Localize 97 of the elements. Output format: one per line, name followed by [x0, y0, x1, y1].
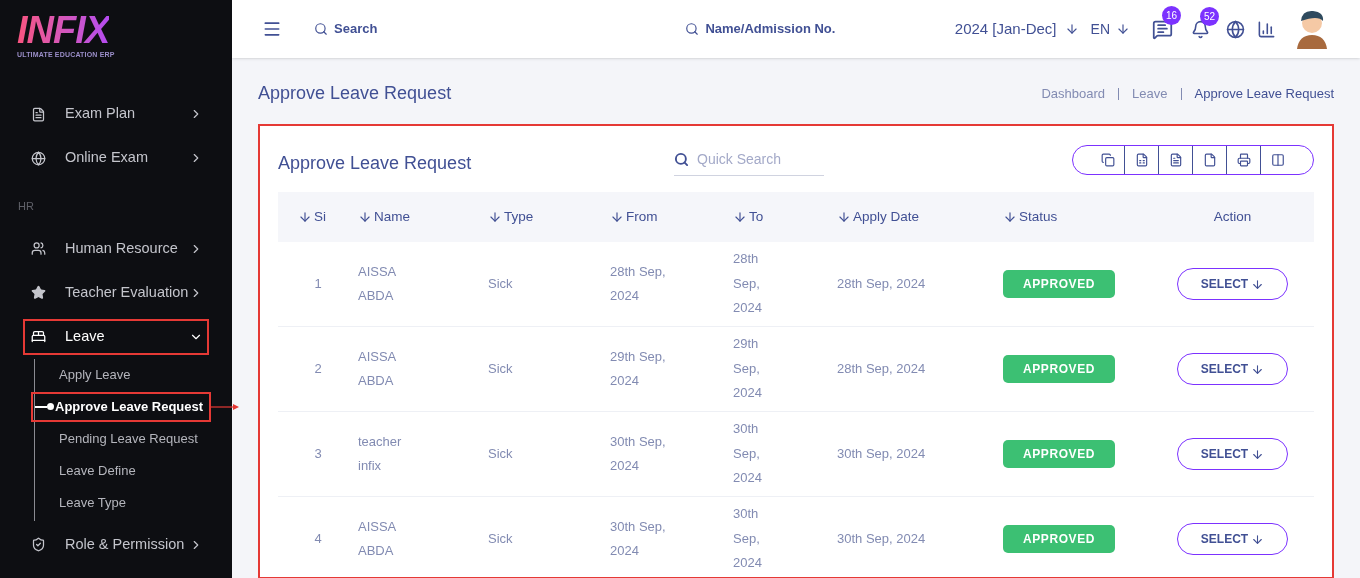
- table-cell-text: 29th Sep, 2024: [610, 347, 667, 390]
- search-field[interactable]: Search: [334, 19, 378, 39]
- sidebar-item[interactable]: Role & Permission: [23, 526, 209, 563]
- arrow-down-icon: [1251, 362, 1265, 376]
- table-cell-text: 30th Sep, 2024: [837, 529, 926, 548]
- status-badge: APPROVED: [1003, 270, 1115, 298]
- table-cell-text: 3: [314, 444, 322, 463]
- table-cell-text: Sick: [488, 444, 513, 463]
- column-header[interactable]: Name: [358, 206, 410, 228]
- arrow-down-icon: [1251, 277, 1265, 291]
- users-icon: [31, 241, 46, 256]
- column-header[interactable]: Si: [298, 206, 326, 228]
- table-cell-text: AISSA ABDA: [358, 517, 397, 560]
- table-cell-text: Sick: [488, 274, 513, 293]
- star-icon: [31, 285, 46, 300]
- table-cell-text: 30th Sep, 2024: [733, 420, 763, 488]
- table-cell-text: 30th Sep, 2024: [733, 505, 763, 573]
- sort-icon: [610, 210, 624, 224]
- print-icon: [1236, 153, 1251, 167]
- table-cell-text: 30th Sep, 2024: [610, 517, 667, 560]
- document-icon: [31, 106, 46, 122]
- pointer-arrow-icon: [211, 402, 240, 411]
- quick-search-field[interactable]: Quick Search: [697, 149, 817, 170]
- table-cell-text: teacher infix: [358, 432, 403, 475]
- column-header[interactable]: Status: [1003, 206, 1058, 228]
- status-badge: APPROVED: [1003, 355, 1115, 383]
- section-label: HR: [17, 199, 35, 214]
- chart-icon[interactable]: [1257, 19, 1276, 39]
- table-cell-text: Sick: [488, 529, 513, 548]
- search-icon: [674, 152, 689, 167]
- columns-icon: [1271, 153, 1285, 167]
- document-icon: [1168, 153, 1183, 167]
- column-header[interactable]: Apply Date: [837, 206, 920, 228]
- shield-icon: [31, 537, 46, 552]
- status-badge: APPROVED: [1003, 440, 1115, 468]
- table-cell-text: 4: [314, 529, 322, 548]
- arrow-down-icon: [1116, 22, 1130, 36]
- submenu-item[interactable]: Approve Leave Request: [31, 391, 212, 422]
- sidebar-item[interactable]: Online Exam: [23, 140, 209, 176]
- table-cell-text: 30th Sep, 2024: [837, 444, 926, 463]
- table-cell-text: 28th Sep, 2024: [837, 274, 926, 293]
- select-dropdown-button[interactable]: SELECT: [1177, 268, 1288, 300]
- session-dropdown[interactable]: 2024 [Jan-Dec]: [954, 17, 1079, 41]
- table-cell-text: Sick: [488, 359, 513, 378]
- student-search-field[interactable]: Name/Admission No.: [705, 19, 836, 39]
- status-badge: APPROVED: [1003, 525, 1115, 553]
- sidebar-item[interactable]: Exam Plan: [23, 96, 209, 132]
- table-cell-text: AISSA ABDA: [358, 262, 397, 305]
- submenu-item[interactable]: Pending Leave Request: [35, 423, 204, 454]
- search-icon: [685, 22, 700, 36]
- notification-count: 16: [1162, 5, 1181, 25]
- column-header: Action: [1213, 207, 1252, 226]
- language-dropdown[interactable]: EN: [1090, 18, 1130, 40]
- sort-icon: [837, 210, 851, 224]
- globe-icon[interactable]: [1226, 19, 1245, 39]
- arrow-down-icon: [1251, 532, 1265, 546]
- select-dropdown-button[interactable]: SELECT: [1177, 523, 1288, 555]
- sort-icon: [298, 210, 312, 224]
- column-header[interactable]: Type: [488, 206, 534, 228]
- page-title: Approve Leave Request: [258, 82, 452, 105]
- bell-icon[interactable]: [1191, 19, 1210, 39]
- select-dropdown-button[interactable]: SELECT: [1177, 438, 1288, 470]
- messages-icon[interactable]: [1152, 18, 1173, 40]
- select-dropdown-button[interactable]: SELECT: [1177, 353, 1288, 385]
- table-cell-text: 30th Sep, 2024: [610, 432, 667, 475]
- sidebar-item[interactable]: Leave: [23, 318, 209, 355]
- sort-icon: [1003, 210, 1017, 224]
- table-cell-text: 2: [314, 359, 322, 378]
- sort-icon: [733, 210, 747, 224]
- submenu-item[interactable]: Leave Type: [35, 487, 132, 518]
- table-cell-text: 28th Sep, 2024: [837, 359, 926, 378]
- search-icon: [314, 22, 328, 36]
- sidebar-item[interactable]: Human Resource: [23, 230, 209, 267]
- sort-icon: [358, 210, 372, 224]
- table-cell-text: AISSA ABDA: [358, 347, 397, 390]
- table-cell-text: 1: [314, 274, 322, 293]
- table-cell-text: 29th Sep, 2024: [733, 335, 763, 403]
- sidebar-item[interactable]: Teacher Evaluation: [23, 274, 209, 311]
- menu-icon[interactable]: [262, 19, 282, 39]
- breadcrumb-link[interactable]: Approve Leave Request: [1194, 83, 1334, 104]
- notification-count: 52: [1200, 6, 1219, 26]
- submenu-item[interactable]: Apply Leave: [35, 359, 137, 390]
- card-title: Approve Leave Request: [278, 152, 473, 175]
- spreadsheet-icon: [1134, 153, 1149, 167]
- submenu-item[interactable]: Leave Define: [35, 455, 142, 486]
- table-cell-text: 28th Sep, 2024: [610, 262, 667, 305]
- column-header[interactable]: From: [610, 206, 658, 228]
- active-marker-icon: [35, 403, 55, 410]
- bed-icon: [31, 329, 46, 344]
- globe-icon: [31, 150, 46, 166]
- pdf-file-icon: [1202, 153, 1217, 167]
- avatar[interactable]: [1294, 9, 1330, 49]
- sort-icon: [488, 210, 502, 224]
- arrow-down-icon: [1251, 447, 1265, 461]
- column-header[interactable]: To: [733, 206, 764, 228]
- copy-icon: [1100, 153, 1115, 167]
- table-cell-text: 28th Sep, 2024: [733, 250, 763, 318]
